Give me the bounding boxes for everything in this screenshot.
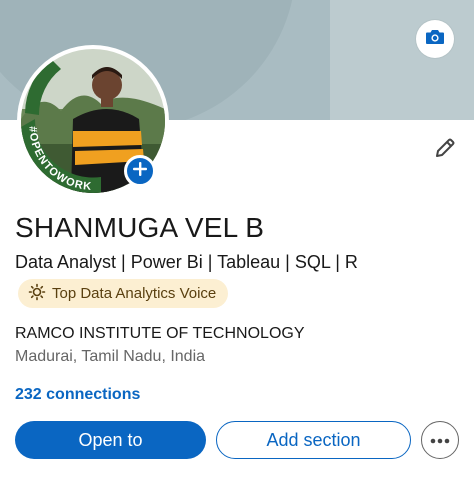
education[interactable]: RAMCO INSTITUTE OF TECHNOLOGY: [15, 325, 305, 343]
add-section-button[interactable]: Add section: [216, 421, 411, 459]
open-to-button[interactable]: Open to: [15, 421, 206, 459]
badge-label: Top Data Analytics Voice: [52, 285, 217, 302]
open-to-work-frame-text: #OPENTOWORK: [26, 126, 91, 193]
edit-cover-button[interactable]: [416, 20, 454, 58]
camera-icon: [425, 28, 445, 51]
add-photo-button[interactable]: [124, 155, 156, 187]
pencil-icon: [433, 136, 457, 165]
connections-link[interactable]: 232 connections: [15, 386, 140, 404]
top-voice-badge[interactable]: Top Data Analytics Voice: [18, 279, 229, 308]
edit-profile-button[interactable]: [430, 135, 460, 165]
more-button[interactable]: [421, 421, 459, 459]
location: Madurai, Tamil Nadu, India: [15, 348, 206, 365]
lightbulb-icon: [28, 283, 46, 305]
plus-icon: [133, 161, 147, 181]
svg-text:#OPENTOWORK: #OPENTOWORK: [26, 126, 92, 193]
cover-shape: [330, 0, 474, 120]
more-horizontal-icon: [430, 431, 450, 449]
profile-headline: Data Analyst | Power Bi | Tableau | SQL …: [15, 252, 358, 272]
profile-name: SHANMUGA VEL B: [15, 212, 265, 243]
